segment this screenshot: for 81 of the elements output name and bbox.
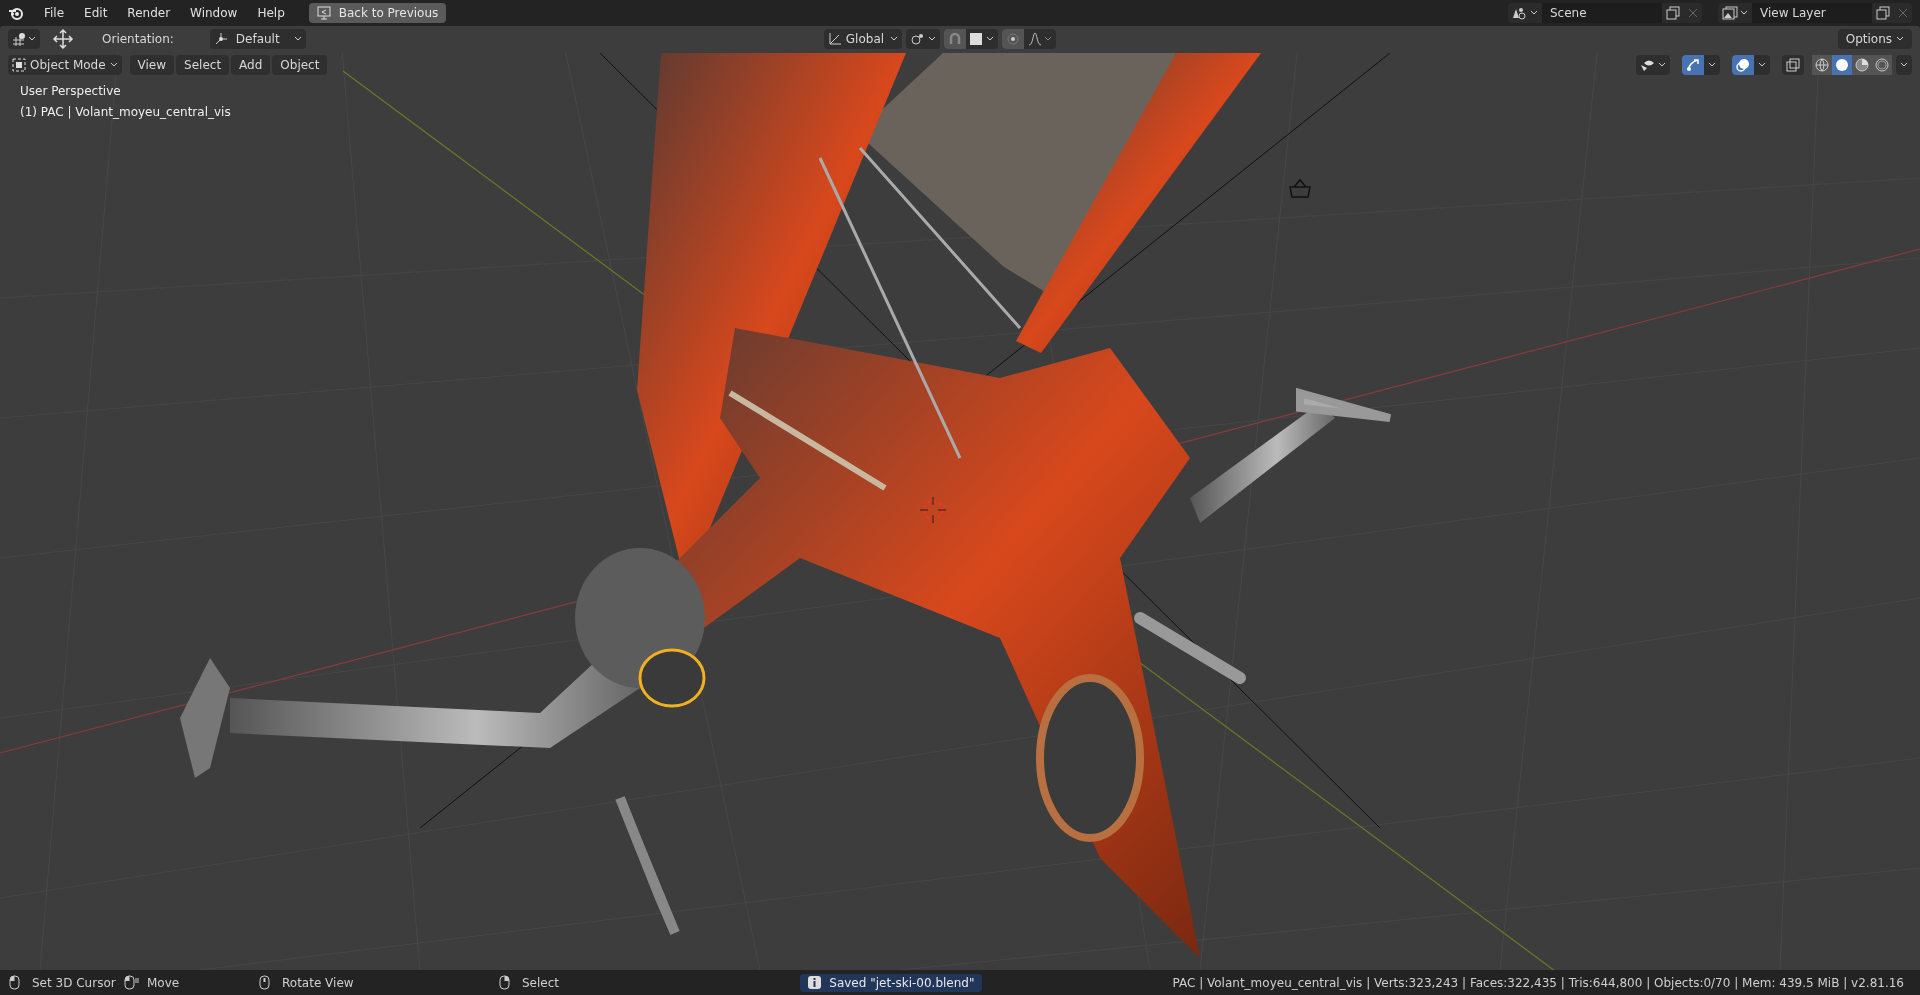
chevron-icon (293, 36, 302, 42)
copy-icon[interactable] (1876, 6, 1890, 20)
object-mode-dropdown[interactable]: Object Mode (8, 55, 122, 75)
tool-settings-button[interactable] (8, 29, 40, 49)
scene-name-field[interactable]: Scene (1542, 3, 1662, 23)
shortcut-hint: Rotate View (282, 974, 354, 992)
gizmo-arrow-icon (1686, 58, 1700, 72)
axis-arrows-icon (213, 32, 228, 46)
scene-icon (1512, 6, 1528, 20)
scene-selector[interactable]: Scene (1508, 3, 1702, 23)
chevron-icon (28, 36, 36, 42)
menu-item[interactable]: Edit (76, 3, 116, 23)
square-icon (969, 33, 982, 45)
chevron-icon (1758, 62, 1766, 68)
chevron-icon (1896, 36, 1904, 42)
image-stack-icon (1722, 6, 1738, 20)
scene-statistics: PAC | Volant_moyeu_central_vis | Verts:323,243 | Faces:322,435 | Tris:644,800 | Objects:0/70 | Mem: 439.5 MiB | v2.81.16 (1172, 974, 1904, 992)
viewport-menu-item[interactable]: Object (272, 55, 328, 75)
chevron-icon (1530, 10, 1538, 16)
options-dropdown[interactable]: Options (1837, 29, 1912, 49)
menu-item[interactable]: File (36, 3, 73, 23)
magnet-icon (947, 32, 962, 46)
viewport-menu-item[interactable]: View (129, 55, 175, 75)
material-shading-button[interactable] (1852, 55, 1872, 75)
orientation-label: Orientation: (102, 31, 174, 48)
3d-cursor-icon (920, 497, 946, 523)
chevron-icon (889, 36, 898, 42)
transform-orientation-dropdown[interactable]: Global (823, 29, 902, 49)
chevron-icon (1900, 62, 1908, 68)
chevron-icon (1658, 62, 1666, 68)
xray-squares-icon (1786, 58, 1800, 72)
dot-circle-icon (1005, 32, 1020, 46)
shortcut-hint: Select (522, 974, 560, 992)
visibility-dropdown[interactable] (1636, 55, 1670, 75)
chevron-icon (109, 62, 118, 68)
orientation-dropdown[interactable]: Default (209, 29, 306, 49)
gizmo-toggle[interactable] (1682, 55, 1704, 75)
close-icon[interactable] (1898, 8, 1908, 18)
info-icon (808, 976, 822, 989)
mouse-icon (123, 975, 139, 990)
solid-shading-button[interactable] (1832, 55, 1852, 75)
menu-item[interactable]: Help (249, 3, 293, 23)
rendered-shading-button[interactable] (1872, 55, 1892, 75)
chevron-icon (927, 36, 936, 42)
move-arrows-icon[interactable] (52, 28, 74, 50)
snap-toggle[interactable] (943, 29, 966, 49)
view-name-label: User Perspective (20, 83, 122, 100)
axes-icon (827, 32, 842, 46)
wireframe-shading-button[interactable] (1812, 55, 1832, 75)
proportional-editing-toggle[interactable] (1001, 29, 1024, 49)
overlapping-circles-icon (1736, 58, 1750, 72)
shortcut-hint: Move (147, 974, 180, 992)
rendered-sphere-icon (1875, 58, 1889, 72)
menu-item[interactable]: Render (119, 3, 179, 23)
transform-pivot-icon (12, 32, 26, 46)
view-layer-selector[interactable]: View Layer (1718, 3, 1912, 23)
back-to-previous-button[interactable]: Back to Previous (308, 3, 447, 23)
wireframe-sphere-icon (1815, 58, 1829, 72)
solid-sphere-icon (1835, 58, 1849, 72)
eye-pointer-icon (1640, 58, 1656, 72)
shortcut-hint: Set 3D Cursor (32, 974, 116, 992)
falloff-curve-icon (1027, 32, 1042, 46)
viewport-menu-item[interactable]: Add (231, 55, 271, 75)
copy-icon[interactable] (1666, 6, 1680, 20)
menu-item[interactable]: Window (182, 3, 246, 23)
chevron-icon (1740, 10, 1748, 16)
active-object-label: (1) PAC | Volant_moyeu_central_vis (20, 104, 232, 121)
view-layer-name-field[interactable]: View Layer (1752, 3, 1872, 23)
object-mode-icon (12, 58, 26, 72)
close-icon[interactable] (1688, 8, 1698, 18)
viewport-menu-item[interactable]: Select (176, 55, 230, 75)
chevron-icon (985, 36, 994, 42)
overlays-toggle[interactable] (1732, 55, 1754, 75)
monitor-icon (316, 6, 331, 20)
xray-toggle[interactable] (1782, 55, 1804, 75)
chevron-icon (1708, 62, 1716, 68)
pivot-point-dropdown[interactable] (905, 29, 940, 49)
linked-circles-icon (909, 32, 926, 46)
chevron-icon (1043, 36, 1052, 42)
saved-report-message: Saved "jet-ski-00.blend" (800, 973, 983, 992)
material-sphere-icon (1855, 58, 1869, 72)
